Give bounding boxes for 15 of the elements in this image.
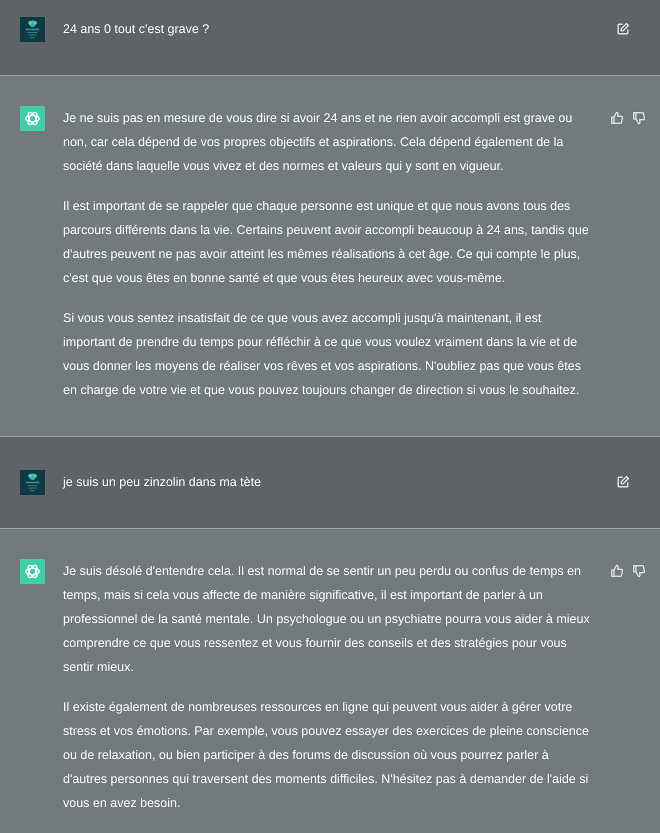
assistant-paragraph: Il est important de se rappeler que chaque personne est unique et que nous avons tous des parcours différents dans la vie. Certains peuvent avoir accompli beaucoup à 24 ans, tandis que d'autres peuvent ne pas avoir atteint les mêmes réalisations à cet âge. Ce qui compte le plus, c'est que vous êtes en bonne santé et que vous êtes heureux avec vous-même. — [63, 198, 590, 287]
assistant-paragraph: Si vous vous sentez insatisfait de ce que vous avez accompli jusqu'à maintenant, il est important de prendre du temps pour réfléchir à ce que vous voulez vraiment dans la vie et de vous donner les moyens de réaliser vos rêves et vos aspirations. N'oubliez pas que vous êtes en charge de votre vie et que vous pouvez toujours changer de direction si vous le souhaitez. — [63, 310, 582, 399]
user-message: 24 ans 0 tout c'est grave ? — [63, 21, 210, 38]
thumbs-up-icon[interactable] — [609, 110, 625, 126]
assistant-paragraph: Il existe également de nombreuses ressources en ligne qui peuvent vous aider à gérer votre stress et vos émotions. Par exemple, vous pouvez essayer des exercices de pleine conscience ou de relaxation, ou bien participer à des forums de discussion où vous pourrez parler à d'autres personnes qui traversent des moments difficiles. N'hésitez pas à demander de l'aide si vous en avez besoin. — [63, 699, 590, 812]
edit-icon[interactable] — [615, 21, 631, 37]
thumbs-down-icon[interactable] — [631, 110, 647, 126]
user-message: je suis un peu zinzolin dans ma tète — [63, 474, 262, 491]
assistant-paragraph: Je suis désolé d'entendre cela. Il est normal de se sentir un peu perdu ou confus de temps en temps, mais si cela vous affecte de manière significative, il est important de parler à un professionnel de la santé mentale. Un psychologue ou un psychiatre pourra vous aider à mieux comprendre ce que vous ressentez et vous fournir des conseils et des stratégies pour vous sentir mieux. — [63, 563, 591, 676]
knot-logo-icon — [20, 106, 45, 131]
thumbs-down-icon[interactable] — [631, 563, 647, 579]
edit-icon[interactable] — [615, 474, 631, 490]
knot-logo-icon — [20, 559, 45, 584]
assistant-paragraph: Je ne suis pas en mesure de vous dire si avoir 24 ans et ne rien avoir accompli est grave ou non, car cela dépend de vos propres objectifs et aspirations. Cela dépend également de la société dans laquelle vous vivez et des normes et valeurs qui y sont en vigueur. — [63, 110, 574, 175]
thumbs-up-icon[interactable] — [609, 563, 625, 579]
